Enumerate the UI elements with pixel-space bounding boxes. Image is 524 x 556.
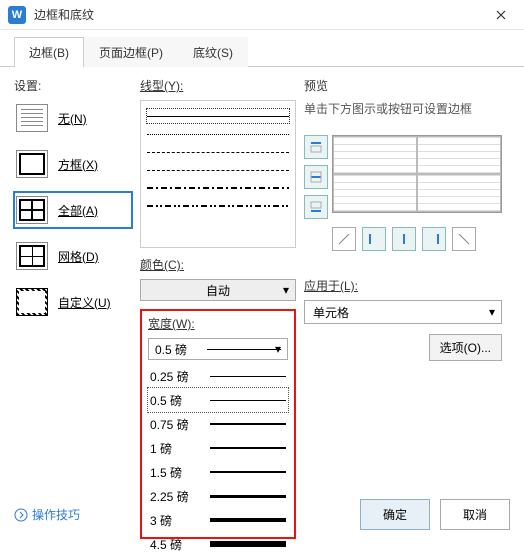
width-option-label: 0.5 磅 [150,392,210,409]
width-option[interactable]: 4.5 磅 [148,532,288,556]
setting-all-label: 全部(A) [58,202,98,219]
setting-grid-label: 网格(D) [58,248,99,265]
width-label: 宽度(W): [148,315,288,332]
tab-strip: 边框(B) 页面边框(P) 底纹(S) [0,36,524,67]
info-icon [14,508,28,522]
color-label: 颜色(C): [140,256,296,273]
setting-none[interactable]: 无(N) [14,100,132,136]
width-option-line [210,495,286,498]
color-value: 自动 [206,282,230,299]
apply-select[interactable]: 单元格 ▾ [304,300,502,324]
none-icon [16,104,48,132]
width-option-label: 4.5 磅 [150,536,210,553]
linestyle-item[interactable] [147,181,289,195]
tips-link[interactable]: 操作技巧 [14,506,80,523]
setting-all[interactable]: 全部(A) [14,192,132,228]
apply-label: 应用于(L): [304,277,502,294]
tab-page-border[interactable]: 页面边框(P) [84,37,178,67]
titlebar: W 边框和底纹 [0,0,524,30]
close-icon [496,10,506,20]
close-button[interactable] [486,1,516,29]
border-vmid-button[interactable] [392,227,416,251]
chevron-down-icon: ▾ [275,342,281,356]
border-left-button[interactable] [362,227,386,251]
width-option[interactable]: 0.5 磅 [148,388,288,412]
border-bottom-button[interactable] [304,195,328,219]
width-option-line [210,541,286,547]
width-option[interactable]: 1 磅 [148,436,288,460]
custom-icon [16,288,48,316]
width-selected: 0.5 磅 [155,341,207,358]
linestyle-item[interactable] [147,127,289,141]
tab-border[interactable]: 边框(B) [14,37,84,67]
box-icon [16,150,48,178]
ok-button[interactable]: 确定 [360,499,430,530]
linestyle-item[interactable] [147,109,289,123]
preview-hint: 单击下方图示或按钮可设置边框 [304,100,502,117]
apply-value: 单元格 [313,304,349,321]
setting-box-label: 方框(X) [58,156,98,173]
chevron-down-icon: ▾ [283,283,289,297]
width-option-line [210,423,286,424]
preview-sample[interactable] [332,135,502,213]
color-select[interactable]: 自动 ▾ [140,279,296,301]
width-option-line [210,400,286,401]
chevron-down-icon: ▾ [489,305,495,319]
options-button[interactable]: 选项(O)... [429,334,502,361]
width-option[interactable]: 0.75 磅 [148,412,288,436]
width-option-line [210,376,286,377]
width-option[interactable]: 1.5 磅 [148,460,288,484]
tips-label: 操作技巧 [32,506,80,523]
border-diag2-button[interactable] [452,227,476,251]
cancel-button[interactable]: 取消 [440,499,510,530]
border-top-button[interactable] [304,135,328,159]
setting-grid[interactable]: 网格(D) [14,238,132,274]
linestyle-label: 线型(Y): [140,77,296,94]
setting-custom[interactable]: 自定义(U) [14,284,132,320]
linestyle-item[interactable] [147,163,289,177]
width-selected-line [207,349,281,350]
app-icon: W [8,6,26,24]
dialog-title: 边框和底纹 [34,6,486,23]
grid-icon [16,242,48,270]
width-option-label: 1 磅 [150,440,210,457]
width-option-line [210,471,286,473]
width-option-line [210,447,286,449]
border-right-button[interactable] [422,227,446,251]
border-diag-button[interactable] [332,227,356,251]
all-icon [16,196,48,224]
width-option[interactable]: 0.25 磅 [148,364,288,388]
width-option-label: 0.25 磅 [150,368,210,385]
width-option-label: 0.75 磅 [150,416,210,433]
linestyle-item[interactable] [147,199,289,213]
tab-shading[interactable]: 底纹(S) [178,37,248,67]
preview-label: 预览 [304,77,502,94]
setting-box[interactable]: 方框(X) [14,146,132,182]
linestyle-list[interactable] [140,100,296,248]
settings-label: 设置: [14,77,132,94]
linestyle-item[interactable] [147,145,289,159]
setting-custom-label: 自定义(U) [58,294,111,311]
width-option-label: 1.5 磅 [150,464,210,481]
border-hmid-button[interactable] [304,165,328,189]
width-select[interactable]: 0.5 磅 ▾ [148,338,288,360]
setting-none-label: 无(N) [58,110,87,127]
